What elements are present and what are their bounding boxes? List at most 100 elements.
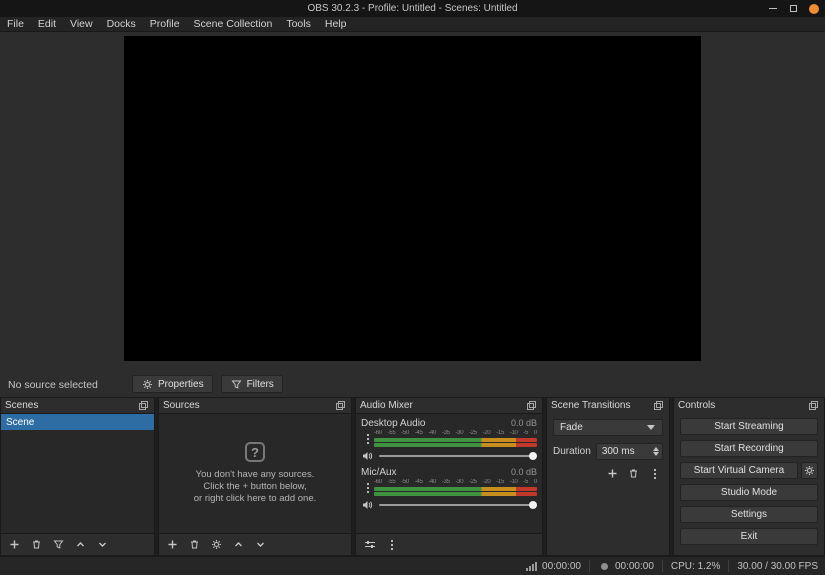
controls-dock: Controls Start Streaming Start Recording… [673, 397, 825, 556]
menu-item-edit[interactable]: Edit [31, 18, 63, 30]
remove-source-button[interactable] [188, 538, 201, 551]
gear-icon [803, 464, 816, 477]
meter-scale: -60 -55 -50 -45 -40 -35 -30 -25 -20 -15 -10 -5 0 [374, 430, 537, 437]
scene-transitions-dock: Scene Transitions Fade Duration 300 ms [546, 397, 670, 556]
transitions-toolbar [553, 467, 663, 480]
empty-sources-text: or right click here to add one. [193, 493, 317, 504]
duration-value[interactable]: 300 ms [597, 446, 649, 457]
scene-list-item[interactable]: Scene [1, 414, 154, 430]
filters-button[interactable]: Filters [220, 375, 283, 393]
menu-item-view[interactable]: View [63, 18, 100, 30]
chevron-down-icon [644, 421, 657, 434]
slider-handle[interactable] [529, 452, 537, 460]
controls-dock-title: Controls [678, 400, 716, 411]
minimize-button[interactable] [767, 3, 778, 14]
meter-tick-label: -45 [414, 479, 423, 485]
dock-float-icon[interactable] [525, 399, 538, 412]
maximize-button[interactable] [788, 3, 799, 14]
mixer-menu-icon[interactable] [385, 538, 398, 551]
meter-tick-label: -60 [374, 479, 382, 485]
meter-tick-label: -55 [387, 479, 396, 485]
dock-float-icon[interactable] [137, 399, 150, 412]
slider-handle[interactable] [529, 501, 537, 509]
scene-item-label: Scene [6, 416, 35, 428]
move-scene-up-button[interactable] [74, 538, 87, 551]
menu-item-tools[interactable]: Tools [279, 18, 318, 30]
sources-toolbar [159, 534, 351, 555]
start-recording-button[interactable]: Start Recording [680, 440, 818, 457]
add-transition-button[interactable] [606, 467, 619, 480]
mixer-toolbar [356, 534, 542, 555]
record-dot-icon [598, 560, 611, 573]
dock-float-icon[interactable] [807, 399, 820, 412]
dock-float-icon[interactable] [652, 399, 665, 412]
spin-up-icon[interactable] [652, 447, 659, 451]
empty-sources-text: You don't have any sources. [195, 469, 315, 480]
filter-icon [230, 378, 243, 391]
scene-filters-button[interactable] [52, 538, 65, 551]
start-virtual-camera-button[interactable]: Start Virtual Camera [680, 462, 798, 479]
duration-spinbox[interactable]: 300 ms [595, 443, 663, 460]
properties-button-label: Properties [158, 378, 204, 390]
add-source-button[interactable] [166, 538, 179, 551]
duration-row: Duration 300 ms [553, 443, 663, 460]
add-scene-button[interactable] [8, 538, 21, 551]
window-buttons [767, 0, 819, 17]
volume-slider[interactable] [379, 501, 537, 509]
close-button[interactable] [809, 3, 819, 14]
dock-float-icon[interactable] [334, 399, 347, 412]
exit-button[interactable]: Exit [680, 528, 818, 545]
meter-tick-label: -15 [496, 479, 504, 485]
meter-tick-label: -40 [428, 430, 437, 436]
scene-transitions-body: Fade Duration 300 ms [547, 413, 669, 555]
remove-transition-button[interactable] [627, 467, 640, 480]
remove-scene-button[interactable] [30, 538, 43, 551]
studio-mode-button[interactable]: Studio Mode [680, 484, 818, 501]
transition-select[interactable]: Fade [553, 419, 663, 436]
source-properties-button[interactable] [210, 538, 223, 551]
mixer-channel-mic-aux: Mic/Aux 0.0 dB -60 -55 -50 -45 -40 -35 -30 -25-… [356, 463, 542, 512]
properties-button[interactable]: Properties [132, 375, 213, 393]
mixer-settings-icon[interactable] [363, 538, 376, 551]
start-streaming-button[interactable]: Start Streaming [680, 418, 818, 435]
sources-dock: Sources ? You don't have any sources. Cl… [158, 397, 352, 556]
move-scene-down-button[interactable] [96, 538, 109, 551]
menu-item-file[interactable]: File [0, 18, 31, 30]
scene-transitions-dock-header: Scene Transitions [547, 398, 669, 413]
meter-tick-label: -20 [482, 479, 491, 485]
channel-menu-icon[interactable] [361, 479, 374, 496]
menu-item-docks[interactable]: Docks [100, 18, 143, 30]
statusbar-separator [588, 560, 590, 572]
meter-bar [374, 487, 537, 491]
meter-tick-label: -5 [523, 430, 529, 436]
audio-mixer-dock-title: Audio Mixer [360, 400, 413, 411]
meter-bar [374, 438, 537, 442]
move-source-up-button[interactable] [232, 538, 245, 551]
maximize-icon [790, 5, 797, 12]
spin-down-icon[interactable] [652, 452, 659, 456]
menu-item-profile[interactable]: Profile [143, 18, 187, 30]
stream-status-segment: 00:00:00 [525, 560, 581, 573]
meter-tick-label: -5 [523, 479, 529, 485]
scenes-dock: Scenes Scene [0, 397, 155, 556]
slider-track [379, 455, 537, 457]
menu-item-help[interactable]: Help [318, 18, 354, 30]
meter-tick-label: -20 [482, 430, 491, 436]
settings-button[interactable]: Settings [680, 506, 818, 523]
scenes-dock-header: Scenes [1, 398, 154, 413]
menu-item-scene-collection[interactable]: Scene Collection [187, 18, 280, 30]
stream-time: 00:00:00 [542, 560, 581, 572]
speaker-icon[interactable] [361, 499, 374, 512]
preview-canvas[interactable] [124, 36, 701, 361]
channel-menu-icon[interactable] [361, 430, 374, 447]
audio-mixer-dock-header: Audio Mixer [356, 398, 542, 413]
virtual-camera-row: Start Virtual Camera [680, 462, 818, 479]
sources-list[interactable]: ? You don't have any sources. Click the … [159, 413, 351, 534]
virtual-camera-config-button[interactable] [801, 462, 818, 479]
speaker-icon[interactable] [361, 450, 374, 463]
scene-transitions-dock-title: Scene Transitions [551, 400, 631, 411]
statusbar: 00:00:00 00:00:00 CPU: 1.2% 30.00 / 30.0… [0, 556, 825, 575]
volume-slider[interactable] [379, 452, 537, 460]
transition-properties-icon[interactable] [648, 467, 661, 480]
move-source-down-button[interactable] [254, 538, 267, 551]
